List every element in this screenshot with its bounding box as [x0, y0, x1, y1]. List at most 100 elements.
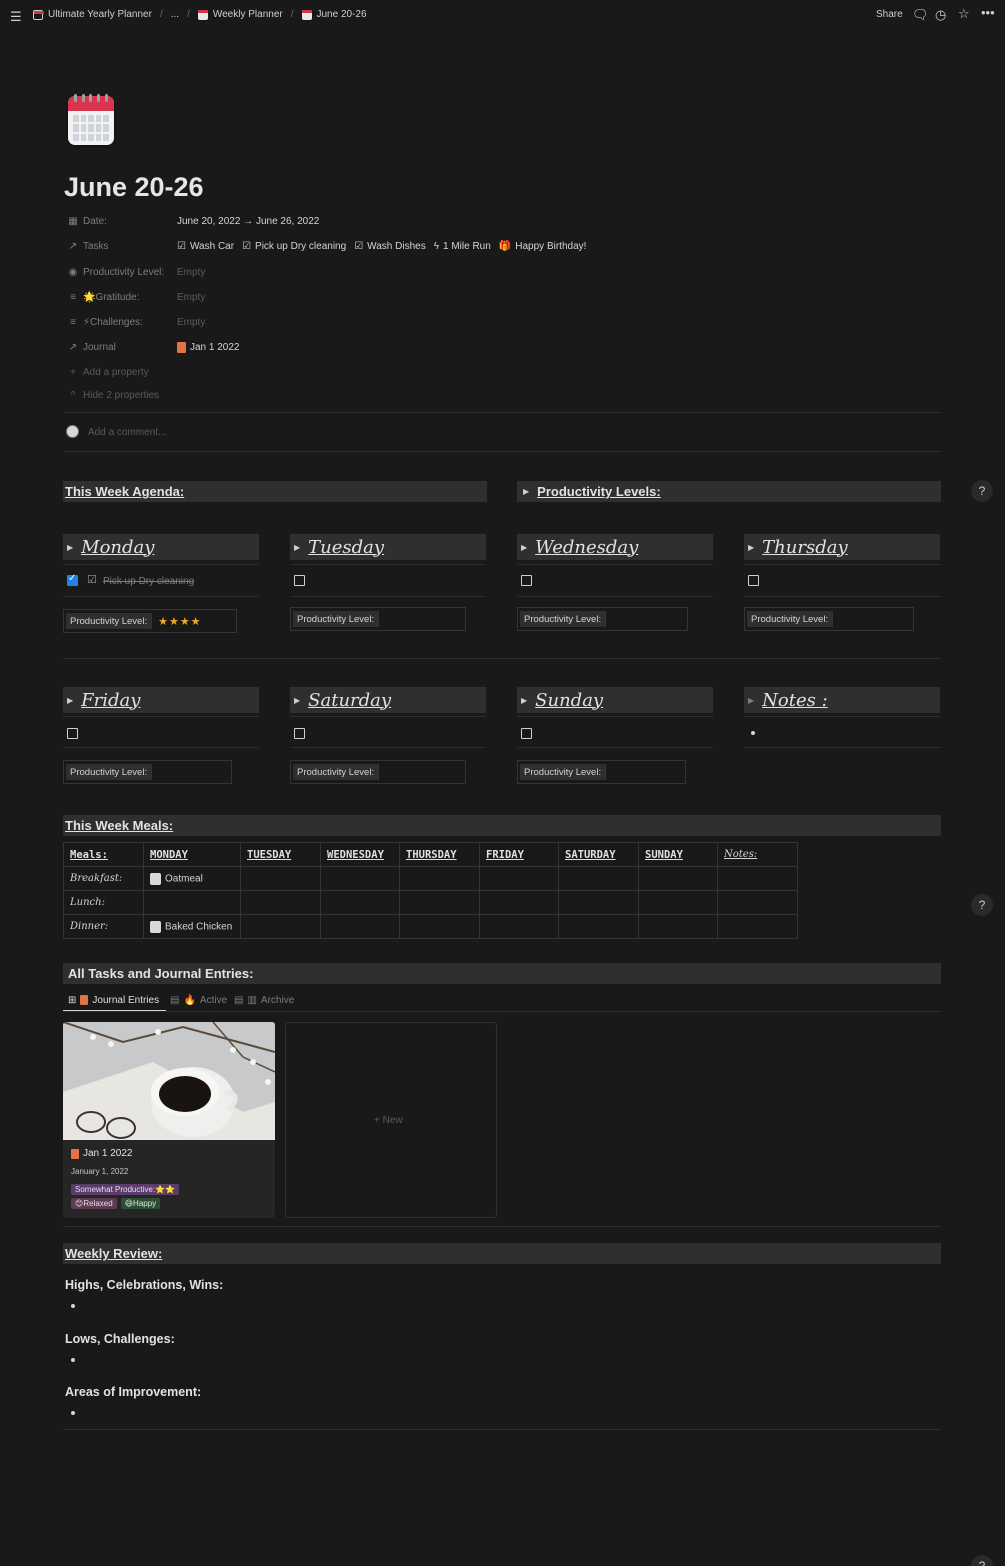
table-cell[interactable]: Baked Chicken	[143, 914, 241, 939]
tab-journal-entries[interactable]: ⊞ Journal Entries	[68, 992, 159, 1008]
table-header[interactable]: TUESDAY	[240, 842, 321, 867]
productivity-levels-toggle[interactable]: ▶ Productivity Levels:	[517, 481, 941, 502]
table-cell[interactable]	[320, 914, 400, 939]
history-icon[interactable]: ◷	[935, 7, 946, 23]
productivity-level-field[interactable]: Productivity Level:	[517, 760, 686, 784]
more-icon[interactable]: •••	[981, 5, 995, 20]
table-cell[interactable]	[143, 890, 241, 915]
property-tasks[interactable]: ↗ Tasks	[67, 238, 189, 254]
table-header[interactable]: THURSDAY	[399, 842, 480, 867]
journal-card[interactable]: Jan 1 2022 January 1, 2022 Somewhat Prod…	[63, 1022, 275, 1218]
productivity-value[interactable]: Empty	[177, 267, 205, 278]
share-button[interactable]: Share	[876, 9, 903, 20]
comment-icon[interactable]: 🗨	[912, 7, 929, 23]
lows-heading[interactable]: Lows, Challenges:	[65, 1332, 175, 1346]
comment-input[interactable]: Add a comment...	[88, 427, 166, 438]
table-cell[interactable]	[717, 914, 798, 939]
help-button[interactable]: ?	[971, 480, 993, 502]
table-header[interactable]: Notes:	[717, 842, 798, 867]
day-toggle-thursday[interactable]: ▶ Thursday	[744, 534, 940, 560]
table-cell[interactable]	[240, 914, 321, 939]
task-checkbox[interactable]	[67, 573, 78, 586]
highs-heading[interactable]: Highs, Celebrations, Wins:	[65, 1278, 223, 1292]
tab-active[interactable]: ▤ 🔥 Active	[170, 992, 227, 1008]
table-cell[interactable]: Breakfast:	[63, 866, 144, 891]
task-chip[interactable]: ☑ Pick up Dry cleaning	[242, 241, 346, 252]
add-property-button[interactable]: + Add a property	[67, 364, 189, 380]
hide-properties-button[interactable]: ^ Hide 2 properties	[67, 387, 189, 403]
property-journal[interactable]: ↗ Journal	[67, 339, 189, 355]
table-cell[interactable]	[399, 866, 480, 891]
table-header[interactable]: SATURDAY	[558, 842, 639, 867]
task-chip[interactable]: ϟ1 Mile Run	[434, 241, 491, 252]
tab-archive[interactable]: ▤ ▥ Archive	[234, 992, 294, 1008]
table-cell[interactable]	[558, 890, 639, 915]
breadcrumb-item[interactable]: Ultimate Yearly Planner	[48, 9, 152, 20]
productivity-level-field[interactable]: Productivity Level:	[63, 760, 232, 784]
productivity-level-field[interactable]: Productivity Level:	[290, 760, 466, 784]
table-header[interactable]: Meals:	[63, 842, 144, 867]
table-header[interactable]: WEDNESDAY	[320, 842, 400, 867]
journal-value[interactable]: Jan 1 2022	[177, 342, 240, 353]
day-toggle-tuesday[interactable]: ▶ Tuesday	[290, 534, 486, 560]
bullet[interactable]	[71, 1411, 75, 1415]
star-icon[interactable]: ☆	[958, 6, 970, 22]
table-cell[interactable]	[479, 890, 559, 915]
table-cell[interactable]: Lunch:	[63, 890, 144, 915]
task-checkbox[interactable]	[748, 575, 759, 586]
table-cell[interactable]	[320, 890, 400, 915]
property-productivity[interactable]: ◉ Productivity Level:	[67, 264, 189, 280]
new-card-button[interactable]: + New	[285, 1022, 497, 1218]
day-toggle-friday[interactable]: ▶ Friday	[63, 687, 259, 713]
notes-toggle[interactable]: ▶ Notes :	[744, 687, 940, 713]
breadcrumb-item[interactable]: Weekly Planner	[213, 9, 283, 20]
task-checkbox[interactable]	[67, 728, 78, 739]
task-chip[interactable]: ☑ Wash Dishes	[354, 241, 426, 252]
help-button[interactable]: ?	[971, 894, 993, 916]
table-cell[interactable]: Oatmeal	[143, 866, 241, 891]
table-cell[interactable]	[240, 866, 321, 891]
table-cell[interactable]: Dinner:	[63, 914, 144, 939]
task-checkbox[interactable]	[521, 575, 532, 586]
table-cell[interactable]	[558, 866, 639, 891]
menu-icon[interactable]: ☰	[10, 9, 22, 25]
page-title[interactable]: June 20-26	[64, 172, 204, 203]
day-toggle-sunday[interactable]: ▶ Sunday	[517, 687, 713, 713]
help-button[interactable]: ?	[971, 1555, 993, 1566]
task-checkbox[interactable]	[521, 728, 532, 739]
bullet[interactable]	[71, 1304, 75, 1308]
table-cell[interactable]	[479, 866, 559, 891]
breadcrumb-item[interactable]: ...	[171, 9, 179, 20]
table-cell[interactable]	[638, 866, 718, 891]
productivity-level-field[interactable]: Productivity Level:	[290, 607, 466, 631]
table-cell[interactable]	[399, 890, 480, 915]
productivity-level-field[interactable]: Productivity Level:	[744, 607, 914, 631]
table-cell[interactable]	[638, 914, 718, 939]
table-header[interactable]: SUNDAY	[638, 842, 718, 867]
date-value[interactable]: June 20, 2022 → June 26, 2022	[177, 216, 319, 227]
improvement-heading[interactable]: Areas of Improvement:	[65, 1385, 201, 1399]
day-toggle-wednesday[interactable]: ▶ Wednesday	[517, 534, 713, 560]
task-checkbox[interactable]	[294, 575, 305, 586]
table-cell[interactable]	[479, 914, 559, 939]
table-header[interactable]: FRIDAY	[479, 842, 559, 867]
bullet[interactable]	[71, 1358, 75, 1362]
table-cell[interactable]	[717, 866, 798, 891]
table-cell[interactable]	[717, 890, 798, 915]
table-header[interactable]: MONDAY	[143, 842, 241, 867]
property-gratitude[interactable]: ≡ 🌟Gratitude:	[67, 289, 189, 305]
table-cell[interactable]	[558, 914, 639, 939]
task-checkbox[interactable]	[294, 728, 305, 739]
breadcrumb-item[interactable]: June 20-26	[317, 9, 367, 20]
table-cell[interactable]	[320, 866, 400, 891]
property-date[interactable]: ▦ Date:	[67, 213, 189, 229]
day-toggle-saturday[interactable]: ▶ Saturday	[290, 687, 486, 713]
productivity-level-field[interactable]: Productivity Level: ★★★★	[63, 609, 237, 633]
task-text[interactable]: Pick up Dry cleaning	[103, 576, 194, 587]
table-cell[interactable]	[240, 890, 321, 915]
challenges-value[interactable]: Empty	[177, 317, 205, 328]
table-cell[interactable]	[399, 914, 480, 939]
table-cell[interactable]	[638, 890, 718, 915]
gratitude-value[interactable]: Empty	[177, 292, 205, 303]
property-challenges[interactable]: ≡ ⚡Challenges:	[67, 314, 189, 330]
